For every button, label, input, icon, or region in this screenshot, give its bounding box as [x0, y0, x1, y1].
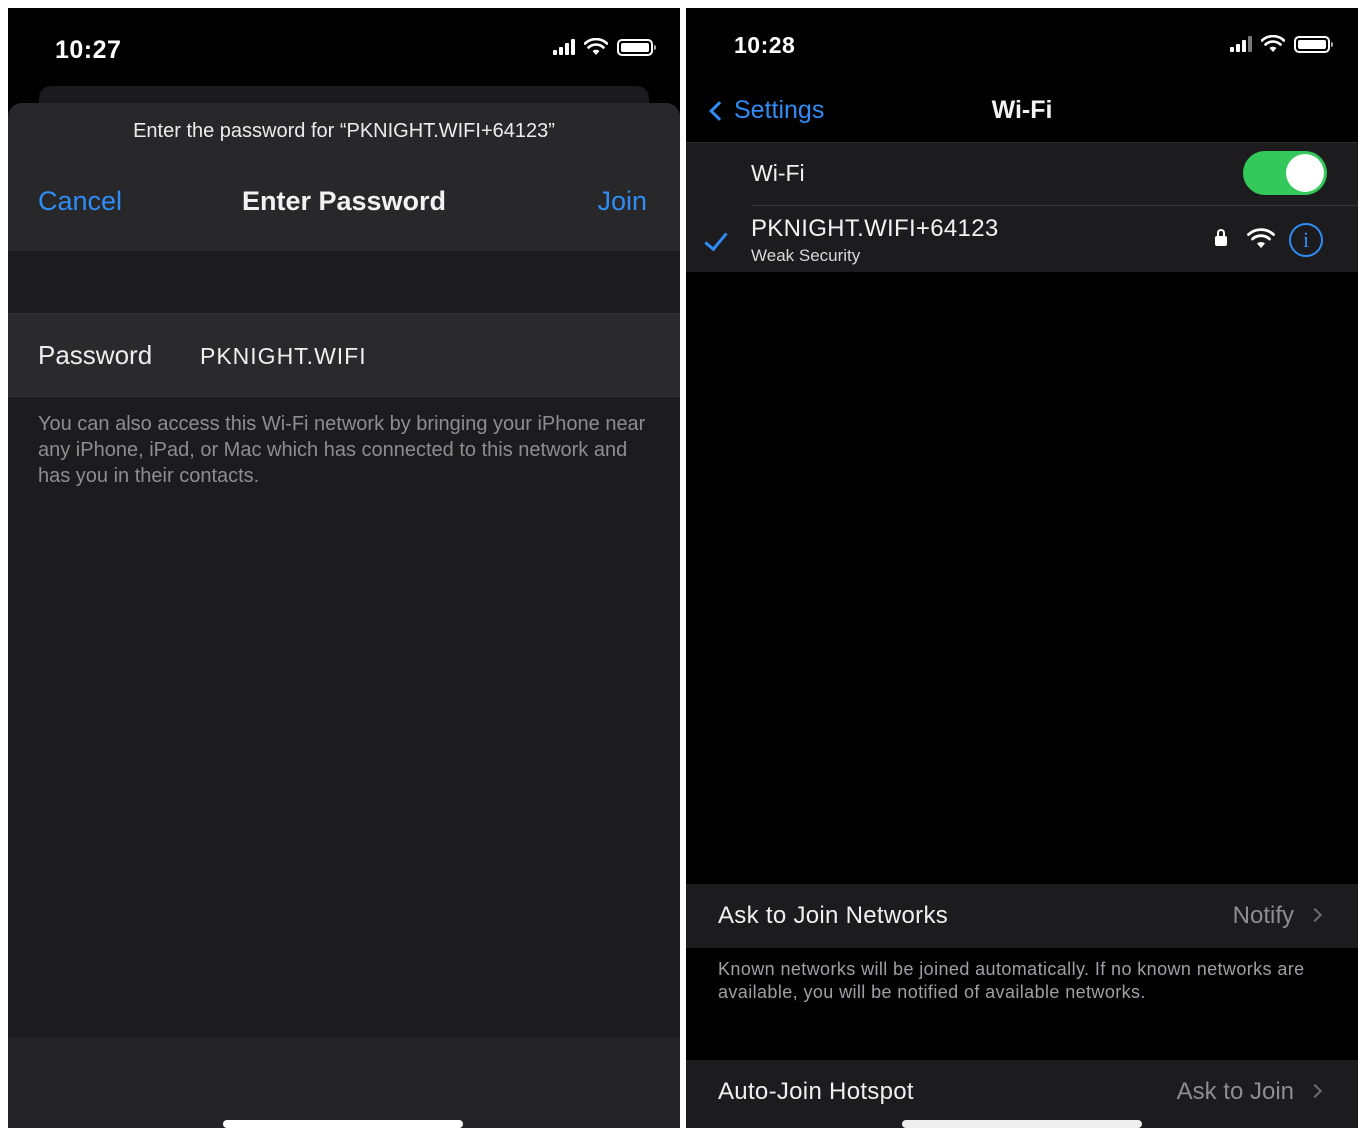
status-bar: 10:27 [8, 8, 680, 88]
home-indicator[interactable] [902, 1120, 1142, 1128]
wifi-label: Wi-Fi [751, 160, 805, 186]
status-icons [553, 38, 656, 56]
wifi-list-group: Wi-Fi PKNIGHT.WIFI+64123 Weak Security i [686, 142, 1358, 272]
status-time: 10:28 [734, 32, 796, 58]
chevron-right-icon [1307, 1083, 1323, 1099]
wifi-status-icon [584, 38, 608, 55]
wifi-status-icon [1261, 35, 1285, 52]
password-sheet: Enter the password for “PKNIGHT.WIFI+641… [8, 103, 680, 1128]
ask-to-join-row[interactable]: Ask to Join Networks Notify [686, 884, 1358, 948]
auto-join-hotspot-label: Auto-Join Hotspot [718, 1078, 914, 1105]
lock-icon [1215, 229, 1227, 246]
battery-icon [617, 38, 656, 56]
password-field[interactable] [200, 336, 640, 376]
status-icons [1230, 35, 1333, 53]
ask-to-join-footer: Known networks will be joined automatica… [718, 959, 1305, 1002]
password-row: Password [8, 313, 680, 397]
chevron-right-icon [1307, 907, 1323, 923]
info-icon[interactable]: i [1289, 223, 1323, 257]
wifi-strength-icon [1247, 228, 1275, 248]
ask-to-join-label: Ask to Join Networks [718, 902, 949, 929]
password-footer-text: You can also access this Wi-Fi network b… [38, 413, 646, 487]
keyboard-area [8, 1038, 680, 1128]
right-phone-screen: 10:28 Wi-Fi Settings Wi-Fi PKNIGHT.WIFI+… [686, 8, 1358, 1128]
sheet-prompt: Enter the password for “PKNIGHT.WIFI+641… [133, 120, 555, 142]
wifi-toggle-row: Wi-Fi [686, 143, 1358, 205]
join-button[interactable]: Join [597, 186, 647, 217]
connected-network-row[interactable]: PKNIGHT.WIFI+64123 Weak Security i [686, 206, 1358, 273]
battery-icon [1294, 35, 1333, 53]
left-phone-screen: 10:27 Enter the password for “PKNIGHT.WI… [8, 8, 680, 1128]
status-bar: 10:28 [686, 8, 1358, 88]
cancel-button[interactable]: Cancel [38, 186, 122, 217]
home-indicator[interactable] [223, 1120, 463, 1128]
status-time: 10:27 [55, 36, 122, 64]
back-label: Settings [734, 96, 825, 124]
network-name: PKNIGHT.WIFI+64123 [751, 215, 999, 242]
toggle-knob [1286, 154, 1324, 192]
cellular-signal-icon [553, 39, 575, 55]
password-label: Password [38, 340, 153, 370]
wifi-toggle[interactable] [1243, 151, 1327, 195]
chevron-left-icon [709, 100, 729, 121]
sheet-header: Enter the password for “PKNIGHT.WIFI+641… [8, 103, 680, 251]
ask-to-join-value: Notify [1232, 902, 1294, 929]
auto-join-hotspot-row[interactable]: Auto-Join Hotspot Ask to Join [686, 1060, 1358, 1128]
check-icon [704, 226, 728, 252]
auto-join-hotspot-value: Ask to Join [1176, 1078, 1294, 1105]
settings-back-button[interactable]: Settings [706, 96, 824, 125]
network-security-label: Weak Security [751, 246, 861, 265]
cellular-signal-icon [1230, 36, 1252, 52]
